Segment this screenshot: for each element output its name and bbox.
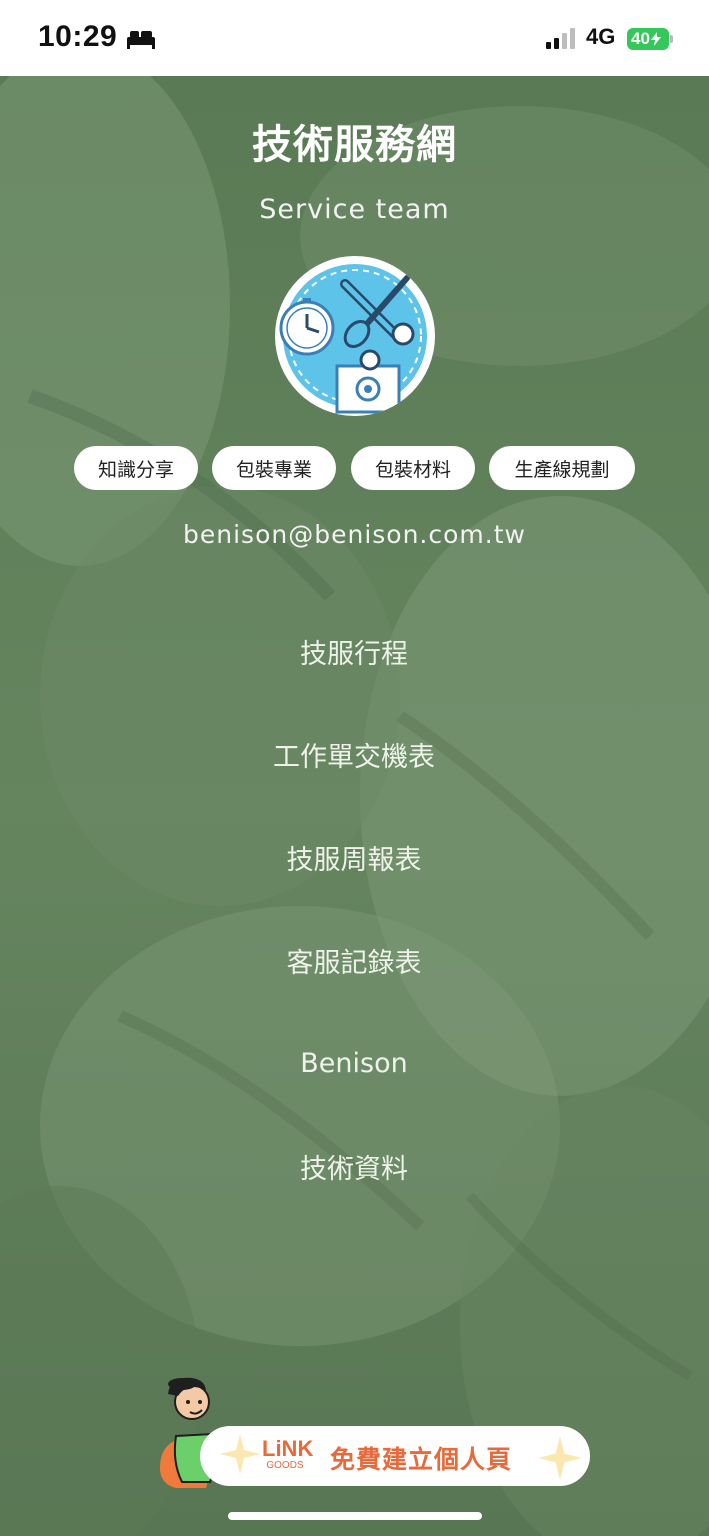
linkgoods-logo: LiNK GOODS bbox=[262, 1436, 314, 1476]
link-weekly-report[interactable]: 技服周報表 bbox=[154, 822, 554, 892]
page-subtitle: Service team bbox=[259, 194, 450, 225]
tag-production-line-planning[interactable]: 生產線規劃 bbox=[489, 446, 635, 490]
sleep-bed-icon bbox=[127, 31, 155, 49]
link-customer-service-log[interactable]: 客服記錄表 bbox=[154, 925, 554, 995]
status-time: 10:29 bbox=[38, 20, 118, 53]
charging-bolt-icon bbox=[650, 32, 661, 46]
sparkle-icon bbox=[538, 1436, 582, 1480]
page-title: 技術服務網 bbox=[252, 122, 457, 168]
tag-packaging-expertise[interactable]: 包裝專業 bbox=[212, 446, 336, 490]
sparkle-icon bbox=[220, 1434, 260, 1474]
profile-avatar bbox=[275, 256, 435, 416]
tools-logo-icon bbox=[277, 258, 433, 414]
link-work-order-handover[interactable]: 工作單交機表 bbox=[154, 719, 554, 789]
status-bar: 10:29 4G 40 bbox=[0, 0, 709, 76]
link-tech-service-schedule[interactable]: 技服行程 bbox=[154, 616, 554, 686]
tag-knowledge-sharing[interactable]: 知識分享 bbox=[74, 446, 198, 490]
battery-level: 40 bbox=[631, 29, 650, 48]
battery-cap bbox=[670, 35, 673, 43]
tag-packaging-materials[interactable]: 包裝材料 bbox=[351, 446, 475, 490]
create-page-promo-button[interactable]: LiNK GOODS 免費建立個人頁 bbox=[200, 1426, 590, 1486]
tag-list: 知識分享 包裝專業 包裝材料 生產線規劃 bbox=[0, 446, 709, 492]
link-benison[interactable]: Benison bbox=[154, 1028, 554, 1098]
logo-main-text: LiNK bbox=[262, 1436, 314, 1461]
logo-sub-text: GOODS bbox=[266, 1460, 304, 1471]
contact-email[interactable]: benison@benison.com.tw bbox=[0, 520, 709, 549]
network-type: 4G bbox=[586, 24, 616, 49]
promo-label: 免費建立個人頁 bbox=[330, 1445, 513, 1474]
link-technical-data[interactable]: 技術資料 bbox=[154, 1131, 554, 1201]
battery-indicator: 40 bbox=[627, 28, 669, 50]
cellular-signal-icon bbox=[546, 28, 575, 49]
profile-page: 技術服務網 Service team 知識分享 包裝專業 包裝材料 生產線規劃 … bbox=[0, 76, 709, 1536]
home-indicator[interactable] bbox=[228, 1512, 482, 1520]
